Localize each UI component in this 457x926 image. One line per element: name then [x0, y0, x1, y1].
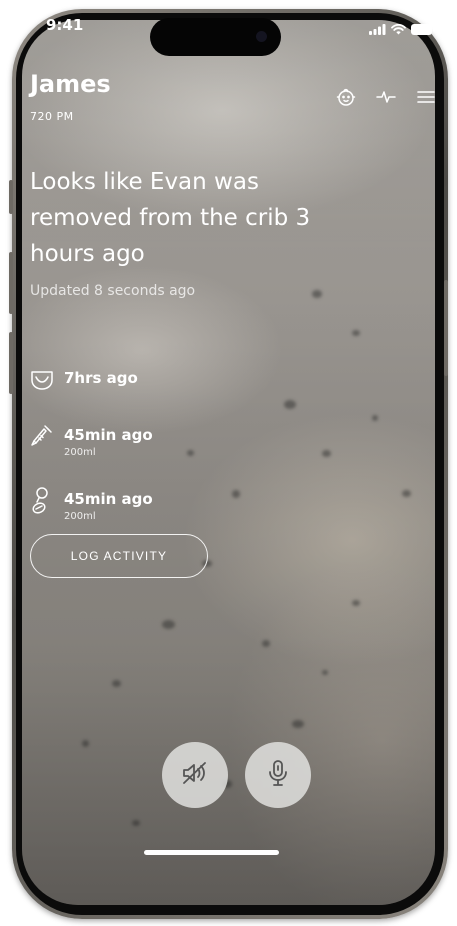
activity-label: 45min ago [64, 490, 153, 508]
activity-bottle[interactable]: 45min ago 200ml [30, 425, 153, 458]
log-activity-button[interactable]: LOG ACTIVITY [30, 534, 208, 578]
activity-pulse-icon[interactable] [375, 86, 397, 108]
volume-down-button [9, 332, 13, 394]
updated-timestamp: Updated 8 seconds ago [30, 283, 196, 299]
wifi-icon [391, 20, 406, 39]
volume-up-button [9, 252, 13, 314]
power-button [444, 280, 448, 376]
home-indicator[interactable] [144, 850, 279, 855]
activity-diaper[interactable]: 7hrs ago [30, 368, 138, 392]
activity-pump[interactable]: 45min ago 200ml [30, 487, 153, 522]
front-camera [256, 31, 267, 42]
action-button [9, 180, 13, 214]
user-name: James [30, 70, 111, 98]
diaper-icon [30, 368, 54, 392]
user-time: 720 PM [30, 110, 74, 123]
microphone-button[interactable] [245, 742, 311, 808]
microphone-icon [265, 758, 291, 792]
screen [22, 20, 435, 905]
cellular-signal-icon [369, 20, 386, 39]
status-headline: Looks like Evan was removed from the cri… [30, 169, 311, 267]
menu-icon[interactable] [415, 86, 437, 108]
vignette-overlay [22, 20, 435, 905]
bottle-icon [30, 425, 54, 449]
header-actions [335, 86, 437, 108]
activity-detail: 200ml [64, 511, 96, 522]
breast-pump-icon [30, 487, 54, 514]
activity-label: 45min ago [64, 426, 153, 444]
mute-speaker-button[interactable] [162, 742, 228, 808]
mute-speaker-icon [180, 758, 210, 792]
status-time: 9:41 [46, 16, 84, 34]
activity-detail: 200ml [64, 447, 96, 458]
baby-face-icon[interactable] [335, 86, 357, 108]
activity-label: 7hrs ago [64, 369, 138, 387]
status-icons [369, 20, 435, 39]
dynamic-island [150, 18, 281, 56]
battery-icon [411, 20, 435, 39]
